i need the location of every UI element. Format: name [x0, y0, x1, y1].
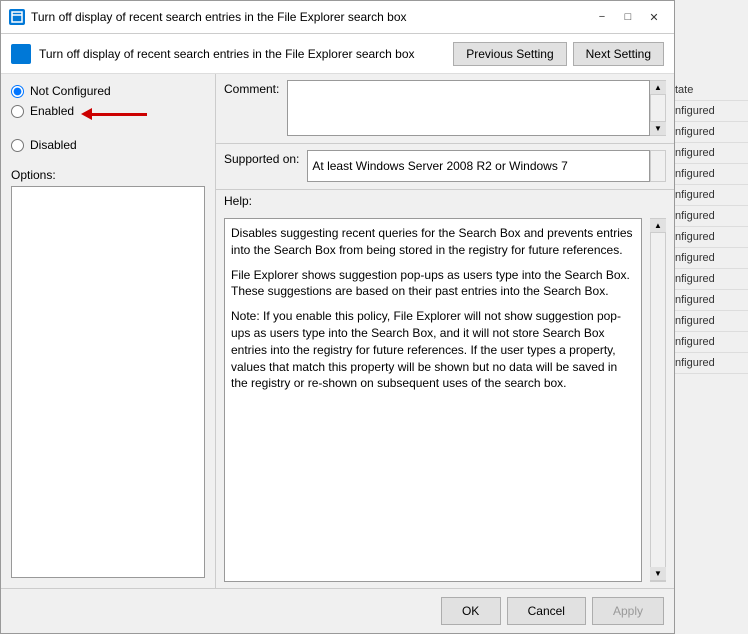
enabled-option[interactable]: Enabled: [11, 104, 74, 118]
policy-icon: [11, 44, 31, 64]
options-label: Options:: [11, 168, 205, 182]
bg-panel-item: nfigured: [669, 101, 748, 122]
radio-group: Not Configured Enabled Disabled: [11, 84, 205, 152]
help-section-header: Help:: [216, 190, 260, 212]
bg-panel-item: tate: [669, 80, 748, 101]
enabled-radio[interactable]: [11, 105, 24, 118]
background-panel: tate nfigured nfigured nfigured nfigured…: [668, 0, 748, 634]
cancel-button[interactable]: Cancel: [507, 597, 586, 625]
arrow-shaft: [92, 113, 147, 116]
help-scroll-down[interactable]: ▼: [650, 567, 666, 581]
arrow-annotation: [81, 108, 147, 120]
minimize-button[interactable]: −: [590, 7, 614, 27]
help-p3: Note: If you enable this policy, File Ex…: [231, 308, 635, 392]
help-section: Disables suggesting recent queries for t…: [216, 212, 674, 588]
enabled-row: Enabled: [11, 104, 205, 128]
supported-value: At least Windows Server 2008 R2 or Windo…: [307, 150, 650, 182]
main-dialog: Turn off display of recent search entrie…: [0, 0, 675, 634]
help-scroll-track: [651, 233, 665, 567]
supported-section: Supported on: At least Windows Server 20…: [216, 144, 674, 190]
comment-input[interactable]: [287, 80, 650, 136]
not-configured-option[interactable]: Not Configured: [11, 84, 205, 98]
title-controls: − □ ✕: [590, 7, 666, 27]
bg-panel-item: nfigured: [669, 143, 748, 164]
bg-panel-item: nfigured: [669, 332, 748, 353]
ok-button[interactable]: OK: [441, 597, 501, 625]
disabled-option[interactable]: Disabled: [11, 138, 205, 152]
not-configured-radio[interactable]: [11, 85, 24, 98]
arrow-head: [81, 108, 92, 120]
bg-panel-item: nfigured: [669, 269, 748, 290]
options-area: Options:: [11, 168, 205, 578]
help-scroll-up[interactable]: ▲: [650, 219, 666, 233]
bg-panel-item: nfigured: [669, 206, 748, 227]
bg-panel-item: nfigured: [669, 290, 748, 311]
help-scrollbar: ▲ ▼: [650, 218, 666, 582]
dialog-icon: [9, 9, 25, 25]
help-content: Disables suggesting recent queries for t…: [224, 218, 642, 582]
scroll-up-arrow[interactable]: ▲: [650, 81, 666, 95]
comment-scrollbar: ▲ ▼: [650, 80, 666, 136]
previous-setting-button[interactable]: Previous Setting: [453, 42, 566, 66]
disabled-label: Disabled: [30, 138, 77, 152]
bg-panel-item: nfigured: [669, 311, 748, 332]
bg-panel-item: nfigured: [669, 185, 748, 206]
title-bar-text: Turn off display of recent search entrie…: [31, 10, 584, 24]
scroll-track: [651, 95, 665, 121]
close-button[interactable]: ✕: [642, 7, 666, 27]
title-bar: Turn off display of recent search entrie…: [1, 1, 674, 34]
apply-button[interactable]: Apply: [592, 597, 664, 625]
comment-section: Comment: ▲ ▼: [216, 74, 674, 144]
maximize-button[interactable]: □: [616, 7, 640, 27]
bg-panel-item: nfigured: [669, 248, 748, 269]
disabled-radio[interactable]: [11, 139, 24, 152]
comment-label: Comment:: [224, 80, 279, 96]
supported-scrollbar: [650, 150, 666, 182]
help-p2: File Explorer shows suggestion pop-ups a…: [231, 267, 635, 301]
header-row: Turn off display of recent search entrie…: [1, 34, 674, 74]
supported-text: At least Windows Server 2008 R2 or Windo…: [312, 159, 567, 173]
bg-panel-item: nfigured: [669, 227, 748, 248]
enabled-label: Enabled: [30, 104, 74, 118]
left-panel: Not Configured Enabled Disabled: [1, 74, 216, 588]
bg-panel-item: nfigured: [669, 122, 748, 143]
sections-row: Help:: [216, 190, 674, 212]
not-configured-label: Not Configured: [30, 84, 111, 98]
options-box: [11, 186, 205, 578]
content-area: Not Configured Enabled Disabled: [1, 74, 674, 588]
bg-panel-items: tate nfigured nfigured nfigured nfigured…: [669, 80, 748, 374]
policy-title: Turn off display of recent search entrie…: [39, 47, 445, 61]
header-buttons: Previous Setting Next Setting: [453, 42, 664, 66]
bottom-bar: OK Cancel Apply: [1, 588, 674, 633]
bg-panel-item: nfigured: [669, 164, 748, 185]
supported-label: Supported on:: [224, 150, 299, 166]
bg-panel-item: nfigured: [669, 353, 748, 374]
help-p1: Disables suggesting recent queries for t…: [231, 225, 635, 259]
right-panel: Comment: ▲ ▼ Supported on: At least Wind…: [216, 74, 674, 588]
scroll-down-arrow[interactable]: ▼: [650, 121, 666, 135]
next-setting-button[interactable]: Next Setting: [573, 42, 664, 66]
